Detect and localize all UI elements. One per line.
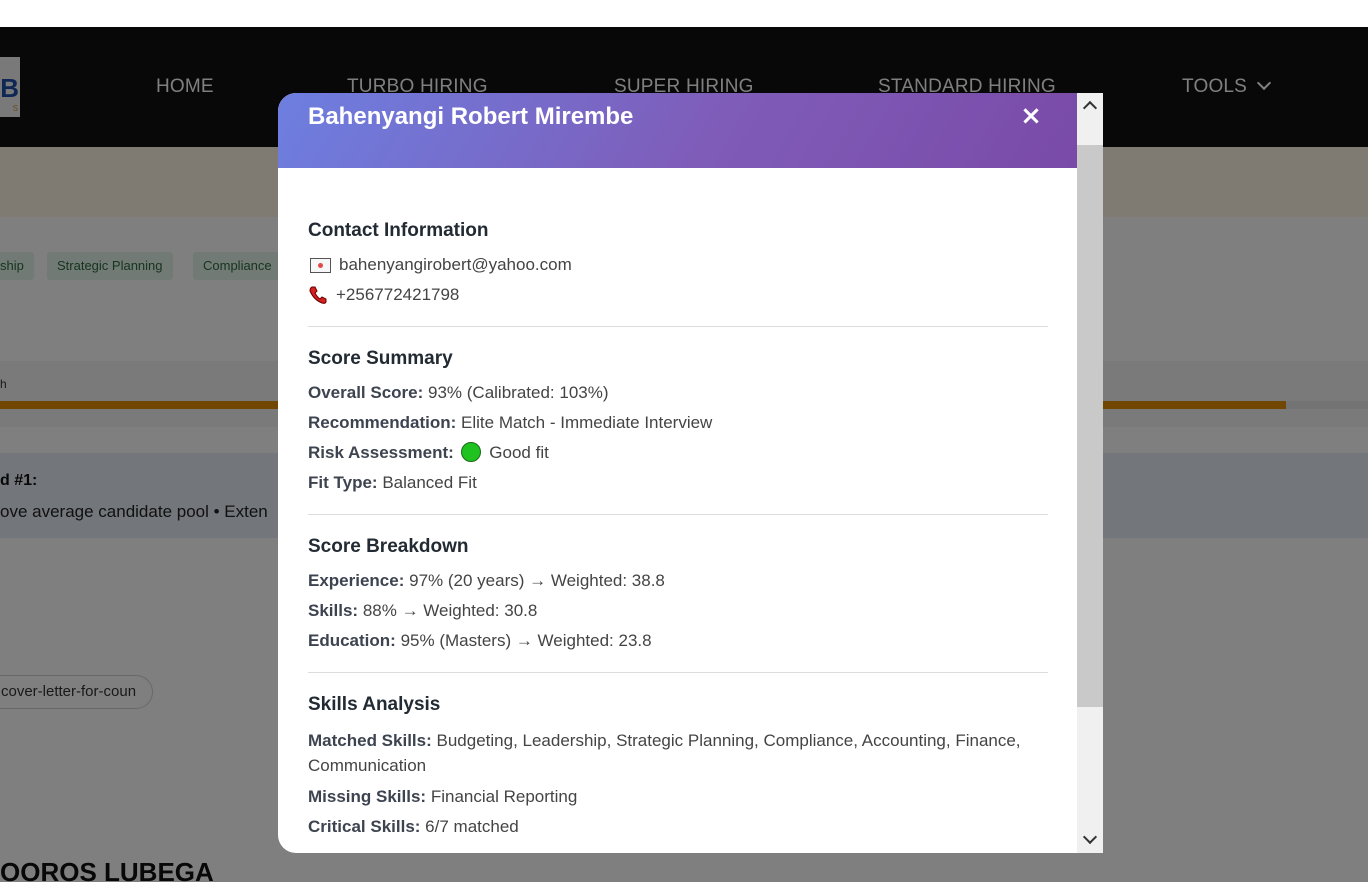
- fit-type-label: Fit Type:: [308, 473, 378, 492]
- phone-icon: [309, 286, 327, 304]
- missing-skills-label: Missing Skills:: [308, 787, 427, 806]
- critical-skills-row: Critical Skills: 6/7 matched: [308, 816, 1048, 838]
- experience-row: Experience: 97% (20 years) → Weighted: 3…: [308, 570, 1048, 592]
- risk-assessment-value: Good fit: [489, 443, 549, 462]
- skills-label: Skills:: [308, 601, 359, 620]
- experience-value: 97% (20 years) → Weighted: 38.8: [409, 571, 665, 590]
- email-value[interactable]: bahenyangirobert@yahoo.com: [339, 254, 572, 276]
- browser-top-strip: [0, 0, 1368, 27]
- scroll-down-arrow-icon[interactable]: [1077, 827, 1103, 853]
- fit-type-row: Fit Type: Balanced Fit: [308, 472, 1048, 494]
- skills-row: Skills: 88% → Weighted: 30.8: [308, 600, 1048, 622]
- modal-scrollbar[interactable]: [1077, 93, 1103, 853]
- matched-skills-row: Matched Skills: Budgeting, Leadership, S…: [308, 728, 1048, 778]
- modal-body: Contact Information bahenyangirobert@yah…: [308, 168, 1048, 853]
- risk-assessment-row: Risk Assessment: Good fit: [308, 442, 1048, 464]
- recommendation-row: Recommendation: Elite Match - Immediate …: [308, 412, 1048, 434]
- missing-skills-value: Financial Reporting: [430, 787, 578, 806]
- risk-assessment-label: Risk Assessment:: [308, 443, 454, 462]
- score-breakdown-section: Score Breakdown Experience: 97% (20 year…: [308, 515, 1048, 673]
- education-label: Education:: [308, 631, 396, 650]
- contact-heading: Contact Information: [308, 220, 489, 241]
- score-breakdown-heading: Score Breakdown: [308, 536, 469, 557]
- email-row: bahenyangirobert@yahoo.com: [308, 254, 1048, 276]
- candidate-detail-modal: Bahenyangi Robert Mirembe × Contact Info…: [278, 93, 1103, 853]
- recommendation-label: Recommendation:: [308, 413, 457, 432]
- email-icon: [310, 257, 331, 273]
- missing-skills-row: Missing Skills: Financial Reporting: [308, 786, 1048, 808]
- education-row: Education: 95% (Masters) → Weighted: 23.…: [308, 630, 1048, 652]
- skills-value: 88% → Weighted: 30.8: [362, 601, 538, 620]
- critical-skills-value: 6/7 matched: [425, 817, 519, 836]
- overall-score-value: 93% (Calibrated: 103%): [428, 383, 609, 402]
- recommendation-value: Elite Match - Immediate Interview: [461, 413, 713, 432]
- green-circle-icon: [460, 442, 481, 462]
- critical-skills-label: Critical Skills:: [308, 817, 421, 836]
- phone-row: +256772421798: [308, 284, 1048, 306]
- skills-analysis-section: Skills Analysis Matched Skills: Budgetin…: [308, 673, 1048, 853]
- score-summary-heading: Score Summary: [308, 348, 453, 369]
- scroll-up-arrow-icon[interactable]: [1077, 93, 1103, 119]
- modal-header: Bahenyangi Robert Mirembe ×: [278, 93, 1077, 168]
- contact-section: Contact Information bahenyangirobert@yah…: [308, 168, 1048, 327]
- skills-analysis-heading: Skills Analysis: [308, 694, 441, 715]
- education-value: 95% (Masters) → Weighted: 23.8: [400, 631, 652, 650]
- score-summary-section: Score Summary Overall Score: 93% (Calibr…: [308, 327, 1048, 515]
- phone-value[interactable]: +256772421798: [336, 284, 459, 306]
- matched-skills-label: Matched Skills:: [308, 731, 432, 750]
- experience-label: Experience:: [308, 571, 405, 590]
- close-icon[interactable]: ×: [1017, 101, 1045, 131]
- overall-score-label: Overall Score:: [308, 383, 424, 402]
- overall-score-row: Overall Score: 93% (Calibrated: 103%): [308, 382, 1048, 404]
- modal-title: Bahenyangi Robert Mirembe: [308, 103, 634, 130]
- fit-type-value: Balanced Fit: [382, 473, 477, 492]
- scrollbar-thumb[interactable]: [1077, 145, 1103, 707]
